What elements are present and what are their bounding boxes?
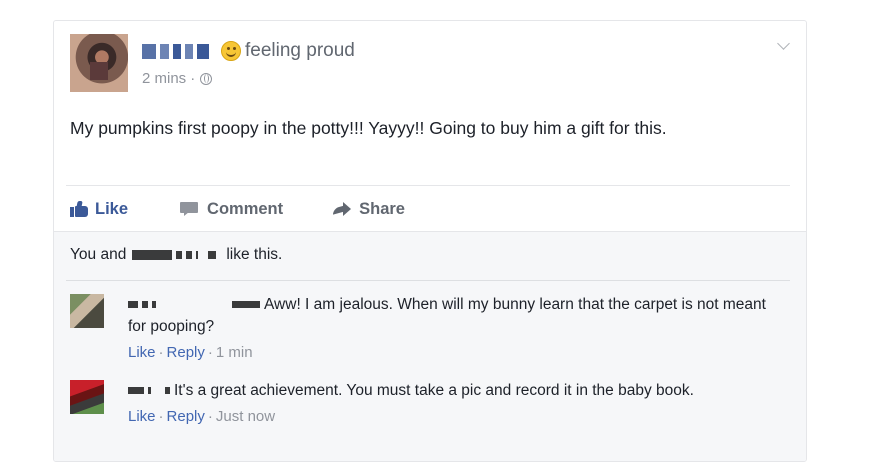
comment-body: It's a great achievement. You must take … bbox=[128, 380, 768, 428]
comment-text: It's a great achievement. You must take … bbox=[174, 382, 694, 399]
comment-reply-link[interactable]: Reply bbox=[167, 344, 205, 361]
post-card: feeling proud 2 mins · My pumpkins first… bbox=[53, 20, 807, 462]
post-text: My pumpkins first poopy in the potty!!! … bbox=[70, 118, 667, 138]
comment-content: It's a great achievement. You must take … bbox=[128, 380, 768, 402]
comment-content: Aww! I am jealous. When will my bunny le… bbox=[128, 294, 768, 338]
commenter-name-redacted[interactable] bbox=[128, 296, 264, 313]
author-row: feeling proud bbox=[142, 39, 355, 63]
commenter-avatar[interactable] bbox=[70, 294, 104, 328]
comment-body: Aww! I am jealous. When will my bunny le… bbox=[128, 294, 768, 364]
like-button[interactable]: Like bbox=[70, 200, 128, 219]
feeling-smile-icon bbox=[221, 41, 241, 61]
likes-prefix: You and bbox=[70, 246, 127, 263]
comment-bubble-icon bbox=[180, 202, 199, 216]
comment-like-link[interactable]: Like bbox=[128, 408, 156, 425]
comments-section: You and like this. Aww! I am jealous. Wh… bbox=[54, 231, 806, 461]
meta-separator: · bbox=[207, 408, 213, 425]
author-avatar[interactable] bbox=[70, 34, 128, 92]
likes-summary: You and like this. bbox=[70, 246, 282, 264]
post-header: feeling proud 2 mins · bbox=[70, 34, 790, 94]
post-timestamp[interactable]: 2 mins bbox=[142, 70, 186, 87]
share-button[interactable]: Share bbox=[331, 200, 405, 219]
author-name-redacted[interactable] bbox=[142, 43, 213, 59]
comment-reply-link[interactable]: Reply bbox=[167, 408, 205, 425]
commenter-avatar[interactable] bbox=[70, 380, 104, 414]
post-actions: Like Comment Share bbox=[70, 191, 453, 227]
divider bbox=[66, 280, 790, 281]
share-button-label: Share bbox=[359, 199, 405, 218]
comment-meta: Like · Reply · 1 min bbox=[128, 342, 768, 364]
globe-icon[interactable] bbox=[200, 72, 213, 85]
meta-separator: · bbox=[158, 408, 164, 425]
post-meta: 2 mins · bbox=[142, 70, 213, 87]
meta-separator: · bbox=[190, 70, 196, 87]
divider bbox=[66, 185, 790, 186]
comment-button-label: Comment bbox=[207, 199, 284, 218]
meta-separator: · bbox=[158, 344, 164, 361]
like-thumb-icon bbox=[70, 201, 88, 217]
meta-separator: · bbox=[207, 344, 213, 361]
feeling-text: feeling proud bbox=[245, 40, 355, 61]
share-arrow-icon bbox=[331, 202, 352, 216]
like-button-label: Like bbox=[95, 199, 129, 218]
commenter-name-redacted[interactable] bbox=[128, 382, 174, 399]
likes-suffix: like this. bbox=[226, 246, 283, 263]
comment-timestamp[interactable]: Just now bbox=[216, 408, 275, 425]
comment-button[interactable]: Comment bbox=[180, 200, 283, 219]
comment-meta: Like · Reply · Just now bbox=[128, 406, 768, 428]
comment-like-link[interactable]: Like bbox=[128, 344, 156, 361]
comment-timestamp[interactable]: 1 min bbox=[216, 344, 253, 361]
likes-names-redacted[interactable] bbox=[132, 250, 220, 260]
